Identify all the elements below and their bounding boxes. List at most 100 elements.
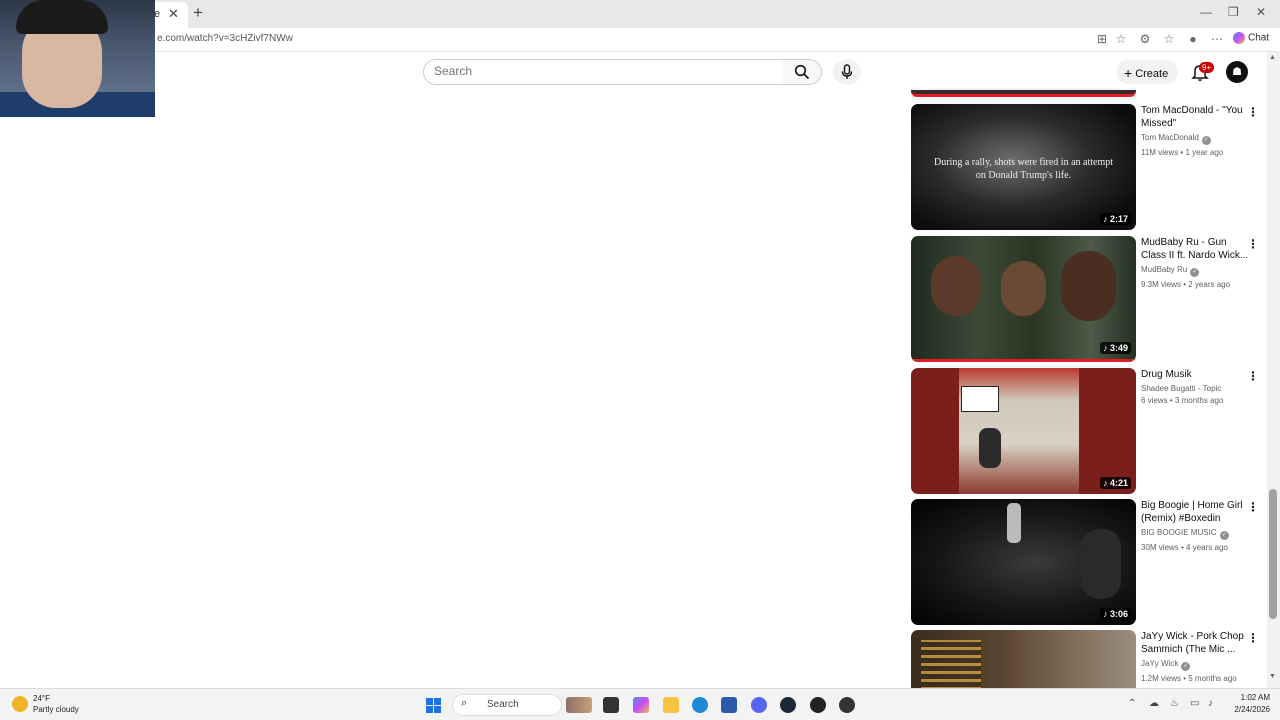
- video-item[interactable]: JaYy Wick - Pork Chop Sammich (The Mic .…: [911, 630, 1261, 688]
- copilot-app-icon[interactable]: [633, 697, 649, 713]
- video-meta: Drug Musik Shadee Bugatti - Topic 6 view…: [1141, 368, 1251, 405]
- more-options-icon[interactable]: ⋯: [1209, 32, 1225, 46]
- favorite-star-icon[interactable]: ☆: [1113, 32, 1129, 46]
- page-scrollbar[interactable]: ▲ ▼: [1267, 52, 1280, 688]
- channel-name[interactable]: Tom MacDonald: [1141, 133, 1199, 142]
- voice-search-button[interactable]: [833, 59, 861, 85]
- clock-time[interactable]: 1:02 AM: [1230, 693, 1270, 702]
- browser-tab-bar: e ✕ + — ❐ ✕: [0, 0, 1280, 28]
- video-title[interactable]: Big Boogie | Home Girl (Remix) #Boxedin: [1141, 499, 1251, 525]
- weather-temperature[interactable]: 24°F: [33, 694, 50, 703]
- video-stats: 30M views • 4 years ago: [1141, 543, 1228, 552]
- file-explorer-icon[interactable]: [663, 697, 679, 713]
- more-actions-icon[interactable]: ⋮: [1247, 237, 1259, 251]
- windows-logo-icon: [426, 706, 433, 713]
- verified-icon: ✓: [1219, 531, 1229, 540]
- thumbnail-person: [931, 256, 981, 316]
- video-title[interactable]: JaYy Wick - Pork Chop Sammich (The Mic .…: [1141, 630, 1251, 656]
- copilot-chat-button[interactable]: Chat: [1233, 32, 1269, 44]
- taskbar-widget-icon[interactable]: [566, 697, 592, 713]
- channel-name[interactable]: BIG BOOGIE MUSIC: [1141, 528, 1217, 537]
- thumbnail-microphone: [1007, 503, 1021, 543]
- task-view-icon[interactable]: [603, 697, 619, 713]
- more-actions-icon[interactable]: ⋮: [1247, 631, 1259, 645]
- tray-app-icon[interactable]: ♨: [1170, 698, 1179, 709]
- scroll-down-arrow-icon[interactable]: ▼: [1269, 673, 1276, 680]
- video-thumbnail[interactable]: ♪ 4:21: [911, 368, 1136, 494]
- search-input[interactable]: [434, 64, 764, 78]
- channel-name[interactable]: Shadee Bugatti - Topic: [1141, 384, 1221, 393]
- search-icon: [794, 64, 809, 80]
- clock-date[interactable]: 2/24/2026: [1222, 705, 1270, 714]
- video-channel[interactable]: Shadee Bugatti - Topic: [1141, 384, 1251, 393]
- thumbnail-person: [1001, 261, 1046, 316]
- steam-icon[interactable]: [780, 697, 796, 713]
- windows-logo-icon: [434, 698, 441, 705]
- more-actions-icon[interactable]: ⋮: [1247, 500, 1259, 514]
- partial-video-thumbnail[interactable]: [911, 90, 1136, 97]
- video-channel[interactable]: BIG BOOGIE MUSIC ✓: [1141, 528, 1251, 540]
- search-icon: ⌕: [461, 697, 468, 709]
- video-stats: 9.3M views • 2 years ago: [1141, 280, 1231, 289]
- taskbar-search[interactable]: ⌕ Search: [452, 694, 562, 716]
- video-channel[interactable]: JaYy Wick ✓: [1141, 659, 1251, 671]
- more-actions-icon[interactable]: ⋮: [1247, 369, 1259, 383]
- url-text[interactable]: e.com/watch?v=3cHZivf7NWw: [157, 33, 293, 44]
- thumbnail-caption: During a rally, shots were fired in an a…: [933, 157, 1114, 181]
- thumbnail-person: [1061, 251, 1116, 321]
- video-item[interactable]: ♪ 3:49 MudBaby Ru - Gun Class II ft. Nar…: [911, 236, 1261, 362]
- app-available-icon[interactable]: ⊞: [1094, 32, 1110, 46]
- network-icon[interactable]: ▭: [1190, 698, 1199, 709]
- obs-icon[interactable]: [810, 697, 826, 713]
- parental-advisory-label: [961, 386, 999, 412]
- video-stats: 1.2M views • 5 months ago: [1141, 674, 1237, 683]
- tab-close-icon[interactable]: ✕: [168, 6, 179, 22]
- new-tab-button[interactable]: +: [193, 3, 203, 23]
- video-item[interactable]: ♪ 4:21 Drug Musik Shadee Bugatti - Topic…: [911, 368, 1261, 494]
- webcam-overlay: [0, 0, 155, 117]
- weather-description[interactable]: Partly cloudy: [33, 705, 79, 714]
- discord-icon[interactable]: [751, 697, 767, 713]
- video-channel[interactable]: MudBaby Ru ✓: [1141, 265, 1251, 277]
- app-icon[interactable]: [839, 697, 855, 713]
- microsoft-store-icon[interactable]: [721, 697, 737, 713]
- channel-name[interactable]: MudBaby Ru: [1141, 265, 1187, 274]
- search-box[interactable]: [423, 59, 783, 85]
- video-title[interactable]: MudBaby Ru - Gun Class II ft. Nardo Wick…: [1141, 236, 1251, 262]
- video-channel[interactable]: Tom MacDonald ✓: [1141, 133, 1251, 145]
- edge-browser-icon[interactable]: [692, 697, 708, 713]
- video-thumbnail[interactable]: [911, 630, 1136, 688]
- webcam-cap: [16, 0, 108, 34]
- video-duration: ♪ 2:17: [1099, 213, 1131, 225]
- copilot-logo-icon: [1233, 32, 1245, 44]
- chat-label: Chat: [1248, 32, 1270, 44]
- create-button[interactable]: + Create: [1116, 60, 1178, 84]
- video-stats: 11M views • 1 year ago: [1141, 148, 1224, 157]
- video-thumbnail[interactable]: During a rally, shots were fired in an a…: [911, 104, 1136, 230]
- close-window-button[interactable]: ✕: [1256, 5, 1266, 19]
- more-actions-icon[interactable]: ⋮: [1247, 105, 1259, 119]
- weather-partly-cloudy-icon[interactable]: [12, 696, 28, 712]
- search-button[interactable]: [782, 59, 822, 85]
- volume-icon[interactable]: ♪: [1208, 698, 1213, 709]
- windows-start-button[interactable]: [426, 698, 441, 713]
- extensions-icon[interactable]: ⚙: [1137, 32, 1153, 46]
- video-thumbnail[interactable]: ♪ 3:06: [911, 499, 1136, 625]
- video-title[interactable]: Drug Musik: [1141, 368, 1251, 381]
- microphone-icon: [841, 64, 853, 79]
- video-title[interactable]: Tom MacDonald - "You Missed": [1141, 104, 1251, 130]
- account-avatar[interactable]: ☗: [1226, 61, 1248, 83]
- favorites-icon[interactable]: ☆: [1161, 32, 1177, 46]
- windows-logo-icon: [434, 706, 441, 713]
- maximize-button[interactable]: ❐: [1228, 5, 1239, 19]
- scroll-up-arrow-icon[interactable]: ▲: [1269, 54, 1276, 61]
- onedrive-icon[interactable]: ☁: [1149, 698, 1159, 709]
- video-thumbnail[interactable]: ♪ 3:49: [911, 236, 1136, 362]
- minimize-button[interactable]: —: [1200, 5, 1212, 19]
- video-item[interactable]: ♪ 3:06 Big Boogie | Home Girl (Remix) #B…: [911, 499, 1261, 625]
- scrollbar-thumb[interactable]: [1269, 489, 1277, 619]
- video-item[interactable]: During a rally, shots were fired in an a…: [911, 104, 1261, 230]
- tray-chevron-up-icon[interactable]: ⌃: [1128, 698, 1136, 709]
- channel-name[interactable]: JaYy Wick: [1141, 659, 1178, 668]
- profile-icon[interactable]: ●: [1185, 32, 1201, 46]
